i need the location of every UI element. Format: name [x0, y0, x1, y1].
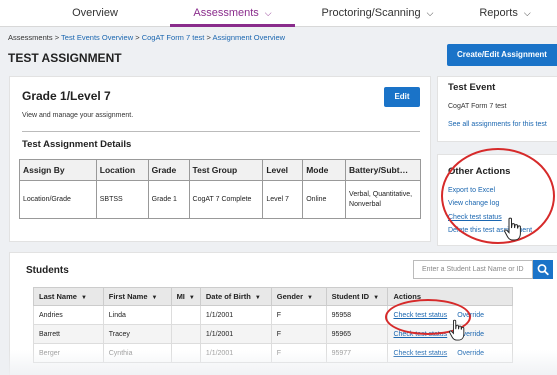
- table-row: Berger Cynthia 1/1/2001 F 95977 Check te…: [33, 343, 513, 363]
- column-header: Assign By: [19, 159, 97, 181]
- cell-last-name: Barrett: [33, 324, 104, 344]
- cell-first-name: Tracey: [102, 324, 172, 344]
- top-nav: Overview Assessments ⌵ Proctoring/Scannin…: [0, 0, 557, 27]
- column-header-gender[interactable]: Gender ▼: [270, 287, 327, 306]
- breadcrumb-separator: >: [204, 33, 213, 42]
- search-icon: [537, 264, 549, 276]
- column-header-label: Student ID: [331, 292, 370, 301]
- nav-assessments[interactable]: Assessments ⌵: [170, 0, 295, 27]
- nav-proctoring[interactable]: Proctoring/Scanning ⌵: [310, 0, 445, 27]
- column-header: Location: [95, 159, 149, 181]
- cell-dob: 1/1/2001: [199, 343, 272, 363]
- column-header-label: First Name: [108, 292, 148, 301]
- cell-actions: Check test status Override: [387, 343, 513, 363]
- nav-proctoring-label: Proctoring/Scanning: [321, 7, 421, 19]
- breadcrumb: Assessments > Test Events Overview > Cog…: [8, 33, 285, 42]
- edit-button[interactable]: Edit: [384, 87, 420, 107]
- chevron-down-icon: ⌵: [523, 8, 531, 18]
- column-header-label: MI: [176, 292, 185, 301]
- divider: [22, 131, 420, 132]
- breadcrumb-separator: >: [133, 33, 142, 42]
- hand-cursor-icon: [449, 319, 465, 341]
- column-header: Test Group: [188, 159, 264, 181]
- sort-icon: ▼: [307, 295, 313, 301]
- table-cell: Level 7: [262, 180, 304, 219]
- details-heading: Test Assignment Details: [22, 139, 132, 150]
- sort-icon: ▼: [151, 295, 158, 301]
- sort-icon: ▼: [254, 295, 261, 301]
- cell-dob: 1/1/2001: [199, 324, 272, 344]
- cell-mi: [170, 343, 201, 363]
- sort-icon: ▼: [80, 295, 87, 301]
- breadcrumb-separator: >: [52, 33, 62, 42]
- assignment-subtitle: View and manage your assignment.: [22, 112, 134, 119]
- check-test-status-link[interactable]: Check test status: [393, 350, 447, 357]
- cell-first-name: Linda: [102, 305, 172, 325]
- cell-mi: [170, 305, 201, 325]
- cell-gender: F: [270, 324, 327, 344]
- table-cell: Online: [302, 180, 347, 219]
- cell-gender: F: [270, 343, 327, 363]
- cell-mi: [170, 324, 201, 344]
- students-heading: Students: [26, 265, 69, 276]
- nav-reports-label: Reports: [479, 7, 518, 19]
- test-event-name: CogAT Form 7 test: [448, 103, 507, 110]
- nav-assessments-label: Assessments: [193, 7, 259, 19]
- see-all-assignments-link[interactable]: See all assignments for this test: [448, 121, 547, 128]
- create-edit-assignment-button[interactable]: Create/Edit Assignment: [447, 44, 557, 66]
- column-header-label: Date of Birth: [205, 292, 251, 301]
- column-header-label: Last Name: [39, 292, 77, 301]
- annotation-circle: [441, 148, 555, 244]
- test-event-heading: Test Event: [448, 82, 496, 93]
- student-search-input[interactable]: Enter a Student Last Name or ID: [413, 260, 533, 279]
- table-cell: CogAT 7 Complete: [188, 180, 264, 219]
- sort-icon: ▼: [188, 295, 195, 301]
- search-button[interactable]: [533, 260, 553, 279]
- cell-student-id: 95965: [325, 324, 389, 344]
- chevron-down-icon: ⌵: [426, 8, 434, 18]
- cell-student-id: 95958: [325, 305, 389, 325]
- table-header-row: Assign By Location Grade Test Group Leve…: [19, 159, 421, 181]
- column-header-student-id[interactable]: Student ID ▼: [325, 287, 389, 306]
- table-cell: SBTSS: [95, 180, 149, 219]
- table-cell: Location/Grade: [19, 180, 97, 219]
- table-row: Location/Grade SBTSS Grade 1 CogAT 7 Com…: [19, 180, 421, 219]
- table-cell: Verbal, Quantitative, Nonverbal: [345, 180, 421, 219]
- cell-student-id: 95977: [325, 343, 389, 363]
- nav-overview[interactable]: Overview: [40, 0, 150, 27]
- cell-gender: F: [270, 305, 327, 325]
- column-header: Grade: [147, 159, 190, 181]
- column-header: Mode: [302, 159, 347, 181]
- breadcrumb-item-assignment-overview[interactable]: Assignment Overview: [213, 33, 286, 42]
- page-title: TEST ASSIGNMENT: [8, 51, 122, 65]
- hand-cursor-icon: [504, 217, 521, 241]
- cell-last-name: Andries: [33, 305, 104, 325]
- breadcrumb-item-test-events[interactable]: Test Events Overview: [61, 33, 133, 42]
- table-cell: Grade 1: [147, 180, 190, 219]
- column-header: Level: [262, 159, 304, 181]
- nav-overview-label: Overview: [72, 7, 118, 19]
- column-header-first-name[interactable]: First Name ▼: [102, 287, 172, 306]
- override-link[interactable]: Override: [457, 350, 484, 357]
- cell-dob: 1/1/2001: [199, 305, 272, 325]
- column-header-dob[interactable]: Date of Birth ▼: [199, 287, 272, 306]
- breadcrumb-item-test[interactable]: CogAT Form 7 test: [142, 33, 205, 42]
- chevron-down-icon: ⌵: [264, 8, 272, 18]
- column-header-last-name[interactable]: Last Name ▼: [33, 287, 104, 306]
- assignment-details-table: Assign By Location Grade Test Group Leve…: [19, 159, 421, 219]
- column-header-label: Gender: [276, 292, 303, 301]
- nav-reports[interactable]: Reports ⌵: [460, 0, 550, 27]
- sort-icon: ▼: [373, 295, 380, 301]
- column-header-mi[interactable]: MI ▼: [170, 287, 201, 306]
- cell-first-name: Cynthia: [102, 343, 172, 363]
- assignment-heading: Grade 1/Level 7: [22, 89, 111, 103]
- column-header: Battery/Subt…: [345, 159, 421, 181]
- breadcrumb-item-assessments[interactable]: Assessments: [8, 33, 53, 42]
- cell-last-name: Berger: [33, 343, 104, 363]
